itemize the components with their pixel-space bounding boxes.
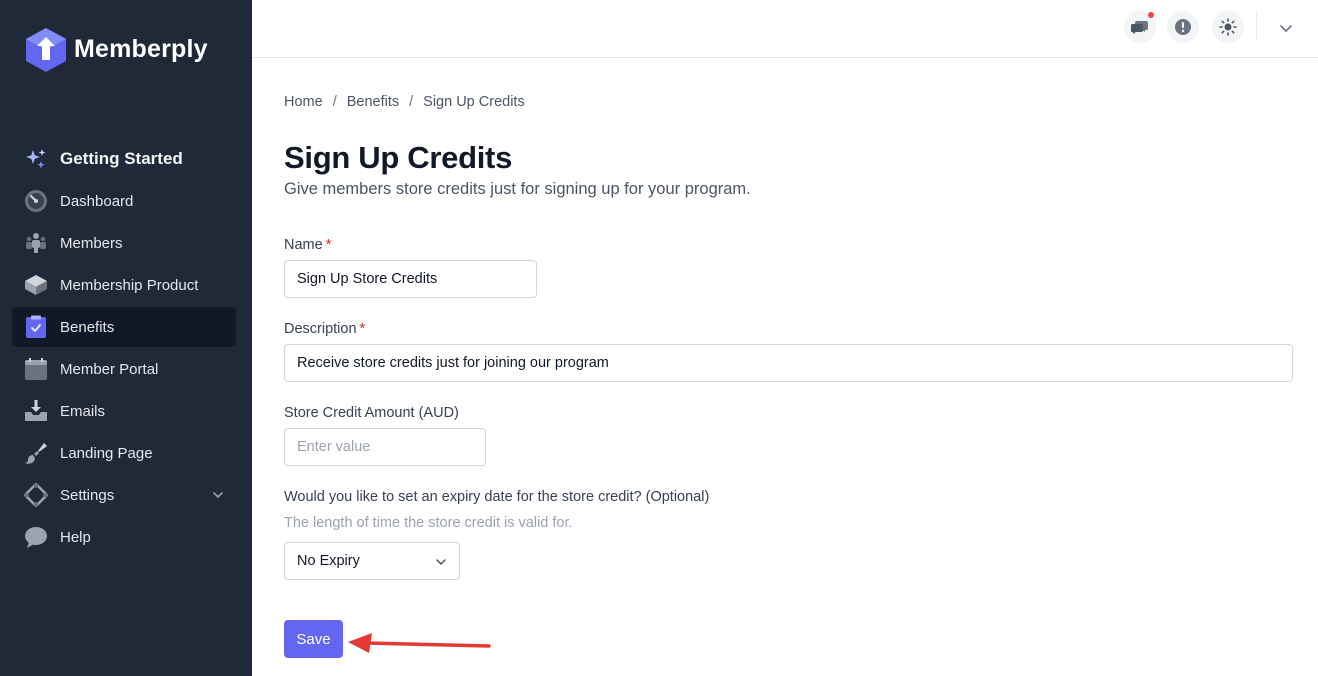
sidebar-item-help[interactable]: Help (12, 517, 236, 557)
expiry-label: Would you like to set an expiry date for… (284, 489, 710, 505)
chevron-down-icon[interactable] (212, 489, 224, 501)
save-button[interactable]: Save (284, 620, 343, 658)
sidebar-item-label: Membership Product (60, 276, 199, 294)
sidebar-item-emails[interactable]: Emails (12, 391, 236, 431)
sidebar-item-label: Emails (60, 402, 106, 420)
breadcrumb-home[interactable]: Home (284, 94, 323, 110)
sidebar-item-landing-page[interactable]: Landing Page (12, 433, 236, 473)
calendar-icon (24, 357, 48, 381)
name-input[interactable]: Sign Up Store Credits (284, 260, 537, 298)
breadcrumb-separator: / (409, 94, 414, 110)
amount-input-placeholder: Enter value (297, 439, 371, 455)
sidebar-item-dashboard[interactable]: Dashboard (12, 181, 236, 221)
chat-button[interactable] (1124, 11, 1156, 43)
sidebar-item-label: Getting Started (60, 149, 183, 168)
sidebar-item-members[interactable]: Members (12, 223, 236, 263)
amount-label: Store Credit Amount (AUD) (284, 405, 459, 421)
sidebar-item-label: Landing Page (60, 444, 153, 462)
alert-button[interactable] (1167, 11, 1199, 43)
sidebar-item-label: Settings (60, 486, 115, 504)
expiry-hint: The length of time the store credit is v… (284, 515, 573, 531)
breadcrumb-separator: / (332, 94, 337, 110)
settings-icon (24, 483, 48, 507)
inbox-download-icon (24, 399, 48, 423)
name-label-text: Name (284, 237, 323, 253)
required-mark: * (325, 237, 332, 253)
chat-bubble-icon (24, 525, 48, 549)
theme-toggle-button[interactable] (1212, 11, 1244, 43)
app-logo[interactable]: Memberply (24, 26, 208, 72)
description-input-value: Receive store credits just for joining o… (297, 355, 609, 371)
annotation-arrow-icon (348, 633, 491, 653)
name-input-value: Sign Up Store Credits (297, 271, 438, 287)
gauge-icon (24, 189, 48, 213)
breadcrumb-benefits[interactable]: Benefits (347, 94, 399, 110)
paint-brush-icon (24, 441, 48, 465)
breadcrumb-current: Sign Up Credits (423, 94, 525, 110)
chat-icon (1131, 21, 1148, 34)
top-bar (252, 0, 1318, 58)
account-menu-chevron-icon[interactable] (1279, 21, 1293, 35)
sidebar-item-member-portal[interactable]: Member Portal (12, 349, 236, 389)
clipboard-check-icon (24, 315, 48, 339)
page-subtitle: Give members store credits just for sign… (284, 180, 751, 198)
required-mark: * (359, 321, 366, 337)
users-icon (24, 231, 48, 255)
description-input[interactable]: Receive store credits just for joining o… (284, 344, 1293, 382)
sidebar-item-settings[interactable]: Settings (12, 475, 236, 515)
description-label-text: Description (284, 321, 357, 337)
expiry-select[interactable]: No Expiry (284, 542, 460, 580)
page-title: Sign Up Credits (284, 140, 513, 175)
expiry-selected-value: No Expiry (297, 553, 360, 569)
sidebar-item-benefits[interactable]: Benefits (12, 307, 236, 347)
sidebar-nav: Getting Started Dashboard Members Member… (12, 139, 236, 559)
logo-icon (26, 28, 66, 72)
sidebar-item-label: Help (60, 528, 91, 546)
sparkles-icon (24, 147, 48, 171)
breadcrumb: Home / Benefits / Sign Up Credits (284, 94, 525, 110)
name-label: Name * (284, 237, 331, 253)
alert-icon (1175, 19, 1191, 35)
amount-input[interactable]: Enter value (284, 428, 486, 466)
top-bar-divider (1256, 13, 1257, 41)
sidebar-item-label: Dashboard (60, 192, 134, 210)
sidebar: Memberply Getting Started Dashboard Memb… (0, 0, 252, 676)
sidebar-item-getting-started[interactable]: Getting Started (12, 139, 236, 179)
sidebar-item-label: Benefits (60, 318, 115, 336)
sun-icon (1219, 18, 1237, 36)
sidebar-item-label: Members (60, 234, 123, 252)
description-label: Description * (284, 321, 365, 337)
chevron-down-icon (436, 559, 446, 566)
sidebar-item-membership-product[interactable]: Membership Product (12, 265, 236, 305)
cube-icon (24, 273, 48, 297)
app-name: Memberply (74, 34, 208, 63)
sidebar-item-label: Member Portal (60, 360, 159, 378)
notification-dot (1148, 12, 1154, 18)
